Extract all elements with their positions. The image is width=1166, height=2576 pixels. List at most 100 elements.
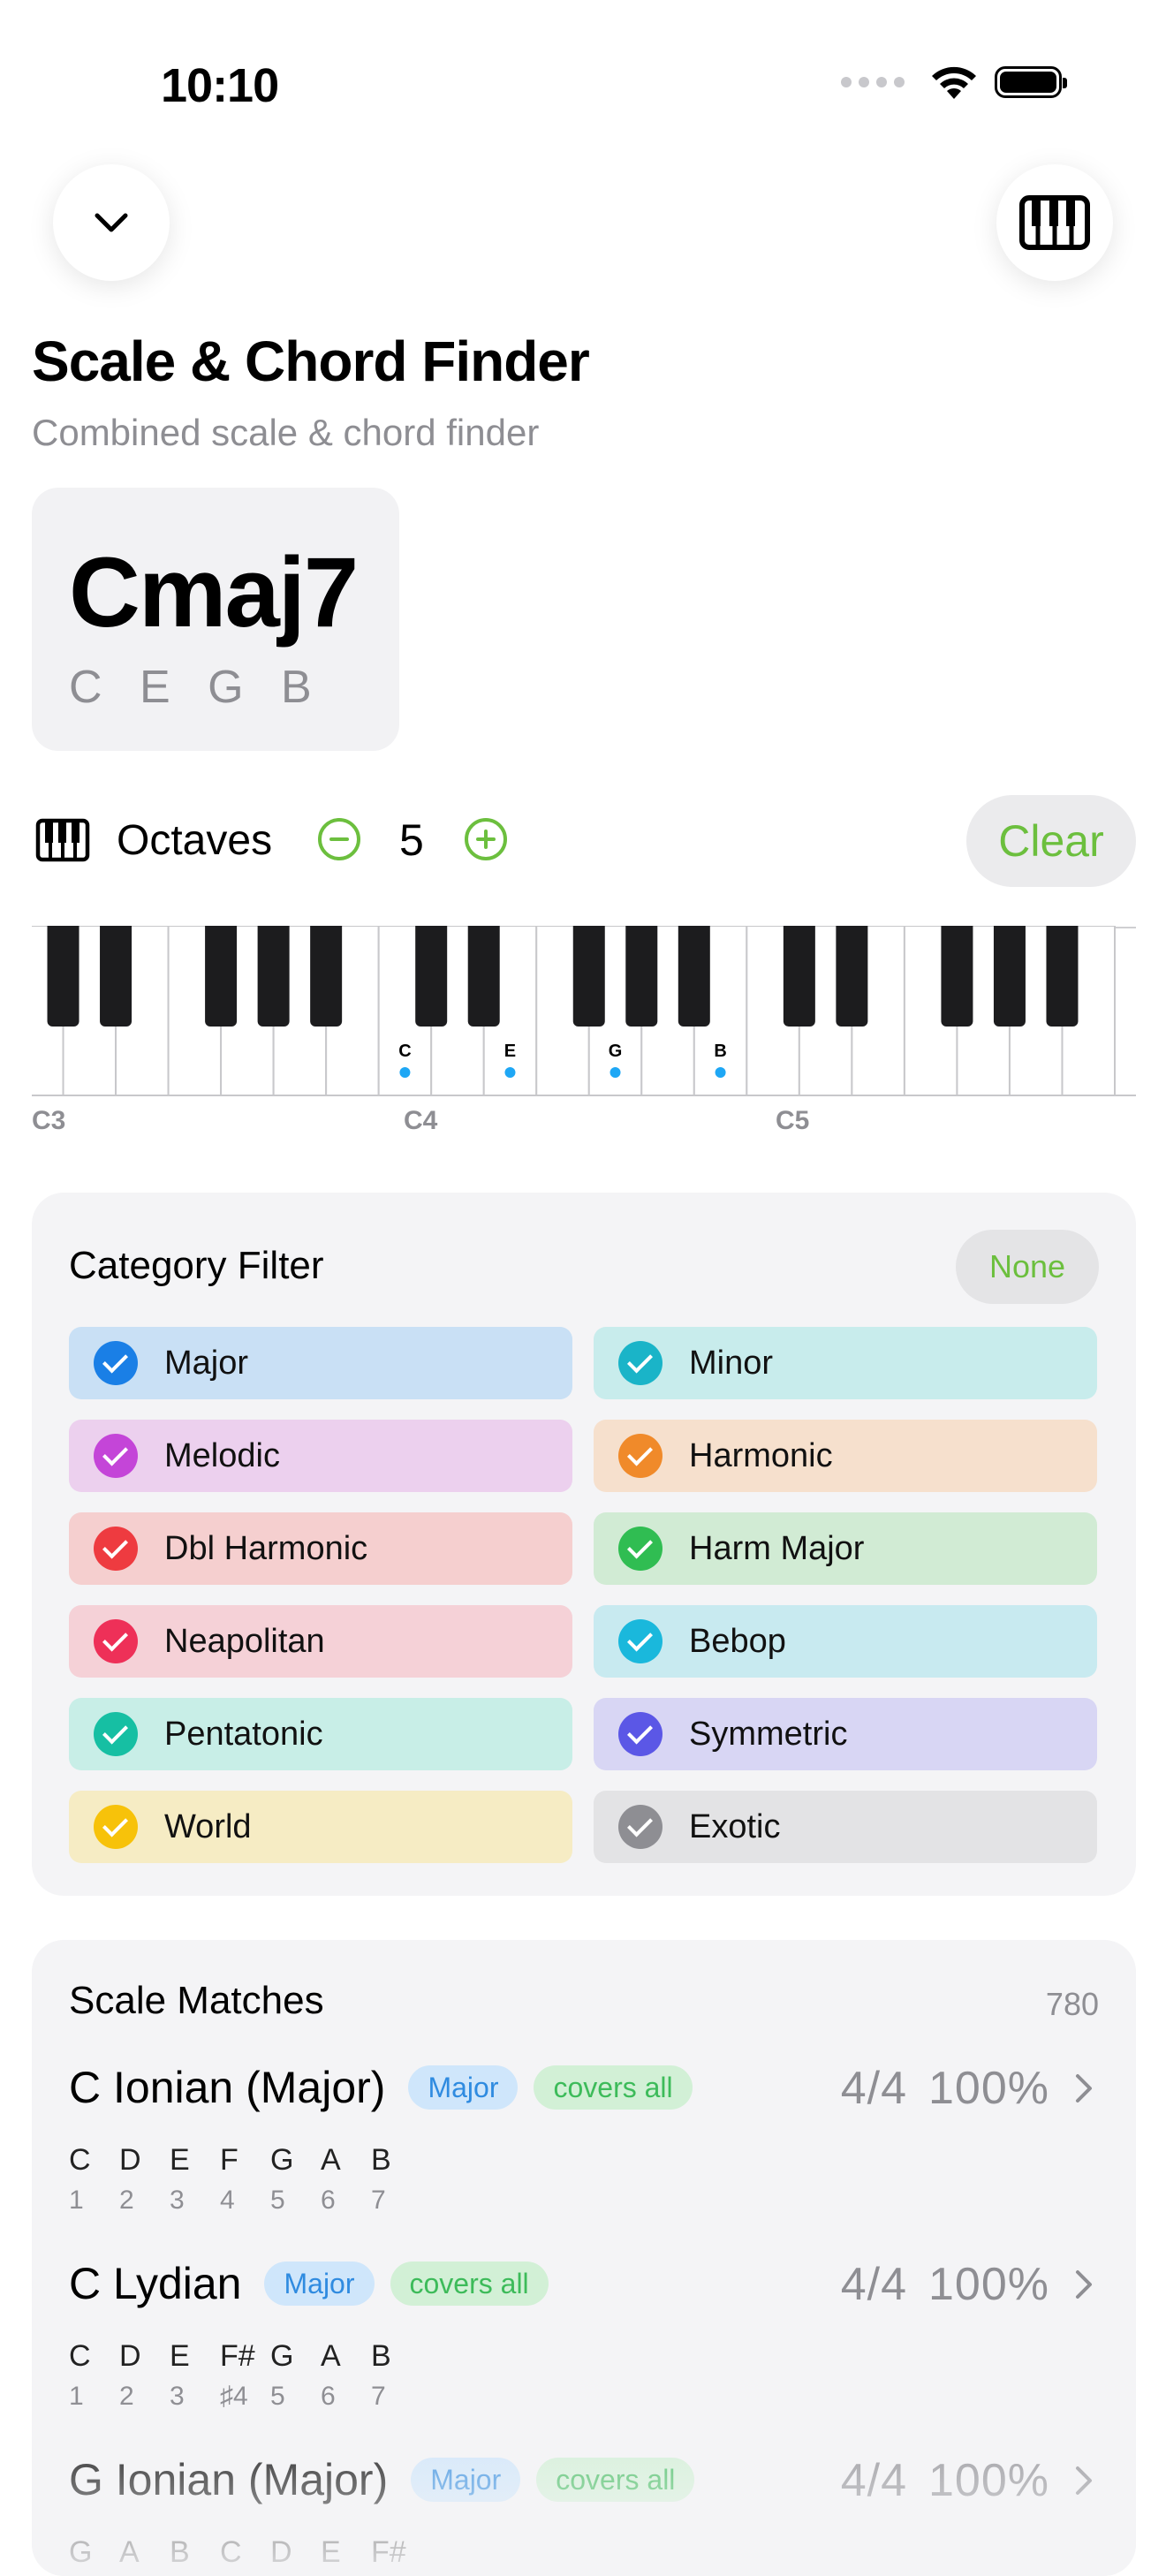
black-key[interactable] (47, 926, 80, 1027)
category-tag: Major (264, 2262, 375, 2306)
clear-button[interactable]: Clear (966, 795, 1136, 887)
category-chip-label: Neapolitan (164, 1622, 325, 1660)
black-key[interactable] (625, 926, 658, 1027)
category-chip-label: Exotic (689, 1807, 781, 1845)
checkmark-icon (618, 1341, 662, 1385)
chevron-right-icon (1076, 2270, 1092, 2299)
chord-notes: C E G B (69, 662, 324, 713)
scale-note: D (119, 2143, 141, 2177)
scale-note: E (170, 2339, 190, 2373)
scale-degrees: 1 2 3 4 5 6 7 (69, 2186, 421, 2216)
black-key[interactable] (467, 926, 500, 1027)
key-highlight-dot (504, 1067, 516, 1078)
chevron-down-icon (95, 213, 128, 232)
scroll-fade (32, 2399, 1136, 2576)
piano-keys-icon (1019, 195, 1090, 250)
octaves-value: 5 (399, 815, 424, 865)
black-key[interactable] (310, 926, 343, 1027)
category-chip-neapolitan[interactable]: Neapolitan (69, 1605, 572, 1678)
black-key[interactable] (993, 926, 1026, 1027)
category-chip-label: Bebop (689, 1622, 786, 1660)
checkmark-icon (94, 1341, 138, 1385)
scale-matches-count: 780 (1045, 1986, 1099, 2022)
scale-note: C (69, 2339, 91, 2373)
scale-note: A (321, 2339, 341, 2373)
category-chip-label: Symmetric (689, 1715, 848, 1753)
category-filter-card: Category Filter None Major Minor Melodic Ha… (32, 1193, 1136, 1896)
black-key[interactable] (205, 926, 238, 1027)
scale-note: F# (220, 2339, 255, 2373)
scale-note: A (321, 2143, 341, 2177)
black-key[interactable] (100, 926, 132, 1027)
select-none-button[interactable]: None (956, 1230, 1099, 1304)
octave-label-c5: C5 (776, 1106, 810, 1135)
piano-keyboard[interactable]: CEGB (32, 926, 1136, 1097)
status-time: 10:10 (161, 59, 279, 112)
black-key[interactable] (678, 926, 710, 1027)
collapse-button[interactable] (53, 164, 170, 281)
coverage-tag: covers all (390, 2262, 549, 2306)
key-note-label: C (398, 1042, 411, 1061)
category-chip-minor[interactable]: Minor (594, 1327, 1097, 1399)
scale-degree: 1 (69, 2186, 84, 2215)
chord-card[interactable]: Cmaj7 C E G B (32, 488, 399, 751)
match-ratio: 4/4 (840, 2063, 907, 2114)
category-chip-harmonic[interactable]: Harmonic (594, 1420, 1097, 1492)
piano-button[interactable] (996, 164, 1113, 281)
scale-degree: 5 (270, 2186, 285, 2215)
scale-name: C Ionian (Major) (69, 2063, 386, 2112)
scale-degree: 3 (170, 2186, 185, 2215)
match-percent: 100% (928, 2259, 1049, 2310)
status-icons (841, 64, 1067, 101)
scale-degree: 7 (371, 2186, 386, 2215)
category-chip-pentatonic[interactable]: Pentatonic (69, 1698, 572, 1770)
decrease-octaves-button[interactable] (318, 818, 360, 860)
category-filter-title: Category Filter (69, 1244, 324, 1287)
category-chip-harm-major[interactable]: Harm Major (594, 1512, 1097, 1585)
black-key[interactable] (415, 926, 448, 1027)
black-key[interactable] (941, 926, 973, 1027)
scale-note: G (270, 2143, 294, 2177)
checkmark-icon (94, 1805, 138, 1849)
scale-notes: C D E F# G A B (69, 2339, 421, 2374)
coverage-tag: covers all (534, 2065, 693, 2110)
scale-degree: 6 (321, 2186, 336, 2215)
scale-degree: 2 (119, 2186, 134, 2215)
checkmark-icon (94, 1434, 138, 1478)
category-chip-dbl-harmonic[interactable]: Dbl Harmonic (69, 1512, 572, 1585)
scale-match-row[interactable]: C Ionian (Major) Major covers all 4/4 100% C D… (69, 2062, 1099, 2230)
scale-note: E (170, 2143, 190, 2177)
category-chip-major[interactable]: Major (69, 1327, 572, 1399)
black-key[interactable] (257, 926, 290, 1027)
category-chip-exotic[interactable]: Exotic (594, 1791, 1097, 1863)
key-highlight-dot (715, 1067, 726, 1078)
piano-keys-icon (35, 818, 90, 862)
octave-label-c4: C4 (404, 1106, 438, 1135)
scale-name: C Lydian (69, 2259, 242, 2308)
black-key[interactable] (1046, 926, 1079, 1027)
battery-icon (995, 66, 1067, 98)
black-key[interactable] (572, 926, 605, 1027)
key-note-label: G (609, 1042, 623, 1061)
checkmark-icon (618, 1434, 662, 1478)
key-note-label: B (714, 1042, 726, 1061)
checkmark-icon (618, 1712, 662, 1756)
key-highlight-dot (610, 1067, 621, 1078)
key-highlight-dot (399, 1067, 411, 1078)
black-key[interactable] (783, 926, 815, 1027)
match-score: 4/4 100% (841, 2062, 1049, 2115)
category-chip-world[interactable]: World (69, 1791, 572, 1863)
category-tag: Major (408, 2065, 519, 2110)
category-chip-bebop[interactable]: Bebop (594, 1605, 1097, 1678)
category-chip-label: World (164, 1807, 252, 1845)
match-score: 4/4 100% (841, 2258, 1049, 2311)
key-note-label: E (504, 1042, 516, 1061)
wifi-icon (932, 66, 976, 99)
scale-note: C (69, 2143, 91, 2177)
category-chip-symmetric[interactable]: Symmetric (594, 1698, 1097, 1770)
category-chip-melodic[interactable]: Melodic (69, 1420, 572, 1492)
increase-octaves-button[interactable] (465, 818, 507, 860)
scale-note: B (371, 2143, 391, 2177)
category-chip-label: Harm Major (689, 1529, 865, 1567)
black-key[interactable] (836, 926, 868, 1027)
